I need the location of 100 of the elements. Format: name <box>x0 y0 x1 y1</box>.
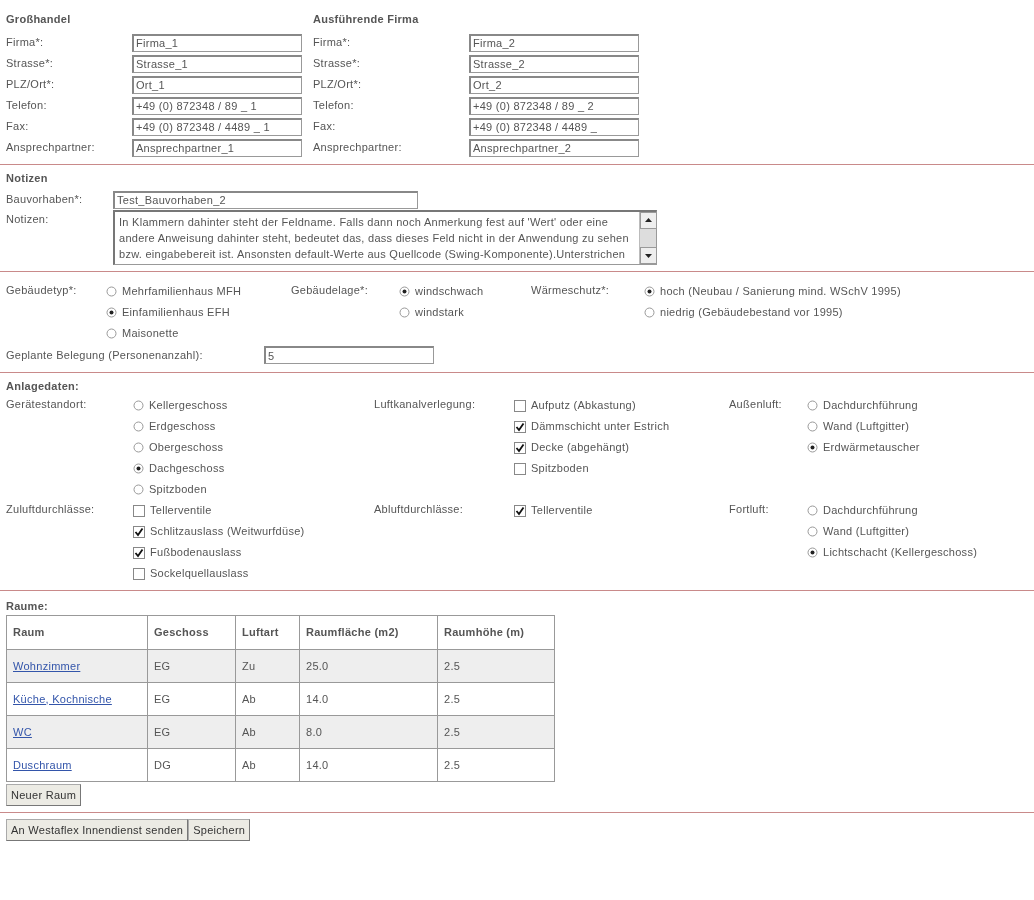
option-label: Wand (Luftgitter) <box>823 421 910 432</box>
field-label: Notizen: <box>6 212 50 225</box>
option-label: Obergeschoss <box>149 442 224 453</box>
column-header: Raum <box>6 615 148 650</box>
table-cell: 8.0 <box>299 715 438 749</box>
radio-button[interactable] <box>807 400 818 411</box>
field-label: Ansprechpartner: <box>6 142 96 153</box>
radio-button-selected[interactable] <box>133 463 144 474</box>
radio-button[interactable] <box>399 307 410 318</box>
field-label: Luftkanalverlegung: <box>374 397 477 410</box>
radio-button-selected[interactable] <box>807 442 818 453</box>
field-label: Geplante Belegung (Personenanzahl): <box>6 349 204 361</box>
option-label: Decke (abgehängt) <box>531 442 630 453</box>
radio-button[interactable] <box>106 328 117 339</box>
field-label: Firma*: <box>313 37 352 48</box>
radio-button[interactable] <box>807 526 818 537</box>
text-field[interactable]: Ansprechpartner_1 <box>132 138 302 157</box>
option-label: windschwach <box>415 286 484 297</box>
radio-button-selected[interactable] <box>644 286 655 297</box>
field-label: Außenluft: <box>729 397 783 410</box>
table-cell: 14.0 <box>299 748 438 782</box>
table-cell: 14.0 <box>299 682 438 716</box>
section-heading: Raume: <box>6 599 49 613</box>
field-label: Fax: <box>6 121 30 132</box>
room-link[interactable]: Wohnzimmer <box>13 659 81 672</box>
field-label: Abluftdurchlässe: <box>374 502 465 515</box>
option-label: Fußbodenauslass <box>150 547 242 558</box>
text-field[interactable]: Firma_1 <box>132 33 302 52</box>
save-button[interactable]: Speichern <box>188 819 251 841</box>
table-cell: Ab <box>235 682 300 716</box>
section-heading: Anlagedaten: <box>6 379 80 394</box>
text-field[interactable]: Strasse_2 <box>469 54 639 73</box>
radio-button-selected[interactable] <box>106 307 117 318</box>
checkbox-checked[interactable] <box>133 525 145 538</box>
room-link[interactable]: WC <box>13 725 32 738</box>
option-label: Mehrfamilienhaus MFH <box>122 286 242 297</box>
table-cell: Ab <box>235 748 300 782</box>
room-link[interactable]: Duschraum <box>13 758 72 771</box>
radio-button-selected[interactable] <box>399 286 410 297</box>
scrollbar[interactable] <box>639 212 656 264</box>
section-heading: Großhandel <box>6 14 72 27</box>
scroll-up-button[interactable] <box>640 212 657 229</box>
option-label: Erdwärmetauscher <box>823 442 920 453</box>
radio-button-selected[interactable] <box>807 547 818 558</box>
radio-button[interactable] <box>133 421 144 432</box>
checkbox-checked[interactable] <box>514 420 526 433</box>
scroll-down-button[interactable] <box>640 247 657 264</box>
checkbox-checked[interactable] <box>133 546 145 559</box>
field-label: Fax: <box>313 121 337 132</box>
new-room-button[interactable]: Neuer Raum <box>6 784 82 806</box>
text-field[interactable]: +49 (0) 872348 / 4489 _ <box>469 117 639 136</box>
text-field[interactable]: +49 (0) 872348 / 4489 _ 1 <box>132 117 302 136</box>
text-field[interactable]: Ort_2 <box>469 75 639 94</box>
radio-button[interactable] <box>133 400 144 411</box>
option-label: Aufputz (Abkastung) <box>531 400 636 411</box>
option-label: Spitzboden <box>149 484 207 495</box>
field-label: Telefon: <box>313 100 355 111</box>
field-label: Wärmeschutz*: <box>531 283 611 298</box>
field-label: Gerätestandort: <box>6 397 88 410</box>
column-header: Geschoss <box>147 615 236 650</box>
radio-button[interactable] <box>106 286 117 297</box>
table-cell: 2.5 <box>437 748 555 782</box>
option-label: Sockelquellauslass <box>150 568 249 579</box>
checkbox[interactable] <box>514 399 526 412</box>
checkbox-checked[interactable] <box>514 441 526 454</box>
table-cell: 2.5 <box>437 715 555 749</box>
text-field[interactable]: Test_Bauvorhaben_2 <box>113 190 418 209</box>
field-label: Bauvorhaben*: <box>6 194 84 205</box>
text-field[interactable]: +49 (0) 872348 / 89 _ 2 <box>469 96 639 115</box>
notes-text-area[interactable]: In Klammern dahinter steht der Feldname. Falls dann noch Anmerkung fest auf 'Wert' oder eine andere Anweisung dahinter steht, bedeutet das, dass dieses Feld nicht in der Anwendung zu sehen bzw. eingabebereit ist. Ansonsten default-Werte aus Quellcode (Swing-Komponente).Unterstrichen <box>113 210 657 265</box>
field-label: PLZ/Ort*: <box>313 79 363 90</box>
radio-button[interactable] <box>644 307 655 318</box>
option-label: Schlitzauslass (Weitwurfdüse) <box>150 526 305 537</box>
column-header: Raumfläche (m2) <box>299 615 438 650</box>
text-field[interactable]: +49 (0) 872348 / 89 _ 1 <box>132 96 302 115</box>
option-label: Dachgeschoss <box>149 463 225 474</box>
option-label: windstark <box>415 307 464 318</box>
field-label: Zuluftdurchlässe: <box>6 502 96 515</box>
checkbox[interactable] <box>133 504 145 517</box>
table-cell: EG <box>147 715 236 749</box>
text-field[interactable]: 5 <box>264 346 434 364</box>
table-cell: EG <box>147 649 236 683</box>
radio-button[interactable] <box>133 484 144 495</box>
checkbox[interactable] <box>514 462 526 475</box>
text-field[interactable]: Firma_2 <box>469 33 639 52</box>
column-header: Raumhöhe (m) <box>437 615 555 650</box>
field-label: Strasse*: <box>6 58 55 69</box>
text-field[interactable]: Ort_1 <box>132 75 302 94</box>
checkbox[interactable] <box>133 567 145 580</box>
radio-button[interactable] <box>807 421 818 432</box>
radio-button[interactable] <box>807 505 818 516</box>
checkbox-checked[interactable] <box>514 504 526 517</box>
option-label: Dämmschicht unter Estrich <box>531 421 670 432</box>
section-heading: Ausführende Firma <box>313 14 420 27</box>
text-field[interactable]: Ansprechpartner_2 <box>469 138 639 157</box>
option-label: Spitzboden <box>531 463 589 474</box>
text-field[interactable]: Strasse_1 <box>132 54 302 73</box>
table-cell: Zu <box>235 649 300 683</box>
radio-button[interactable] <box>133 442 144 453</box>
send-button[interactable]: An Westaflex Innendienst senden <box>6 819 189 841</box>
